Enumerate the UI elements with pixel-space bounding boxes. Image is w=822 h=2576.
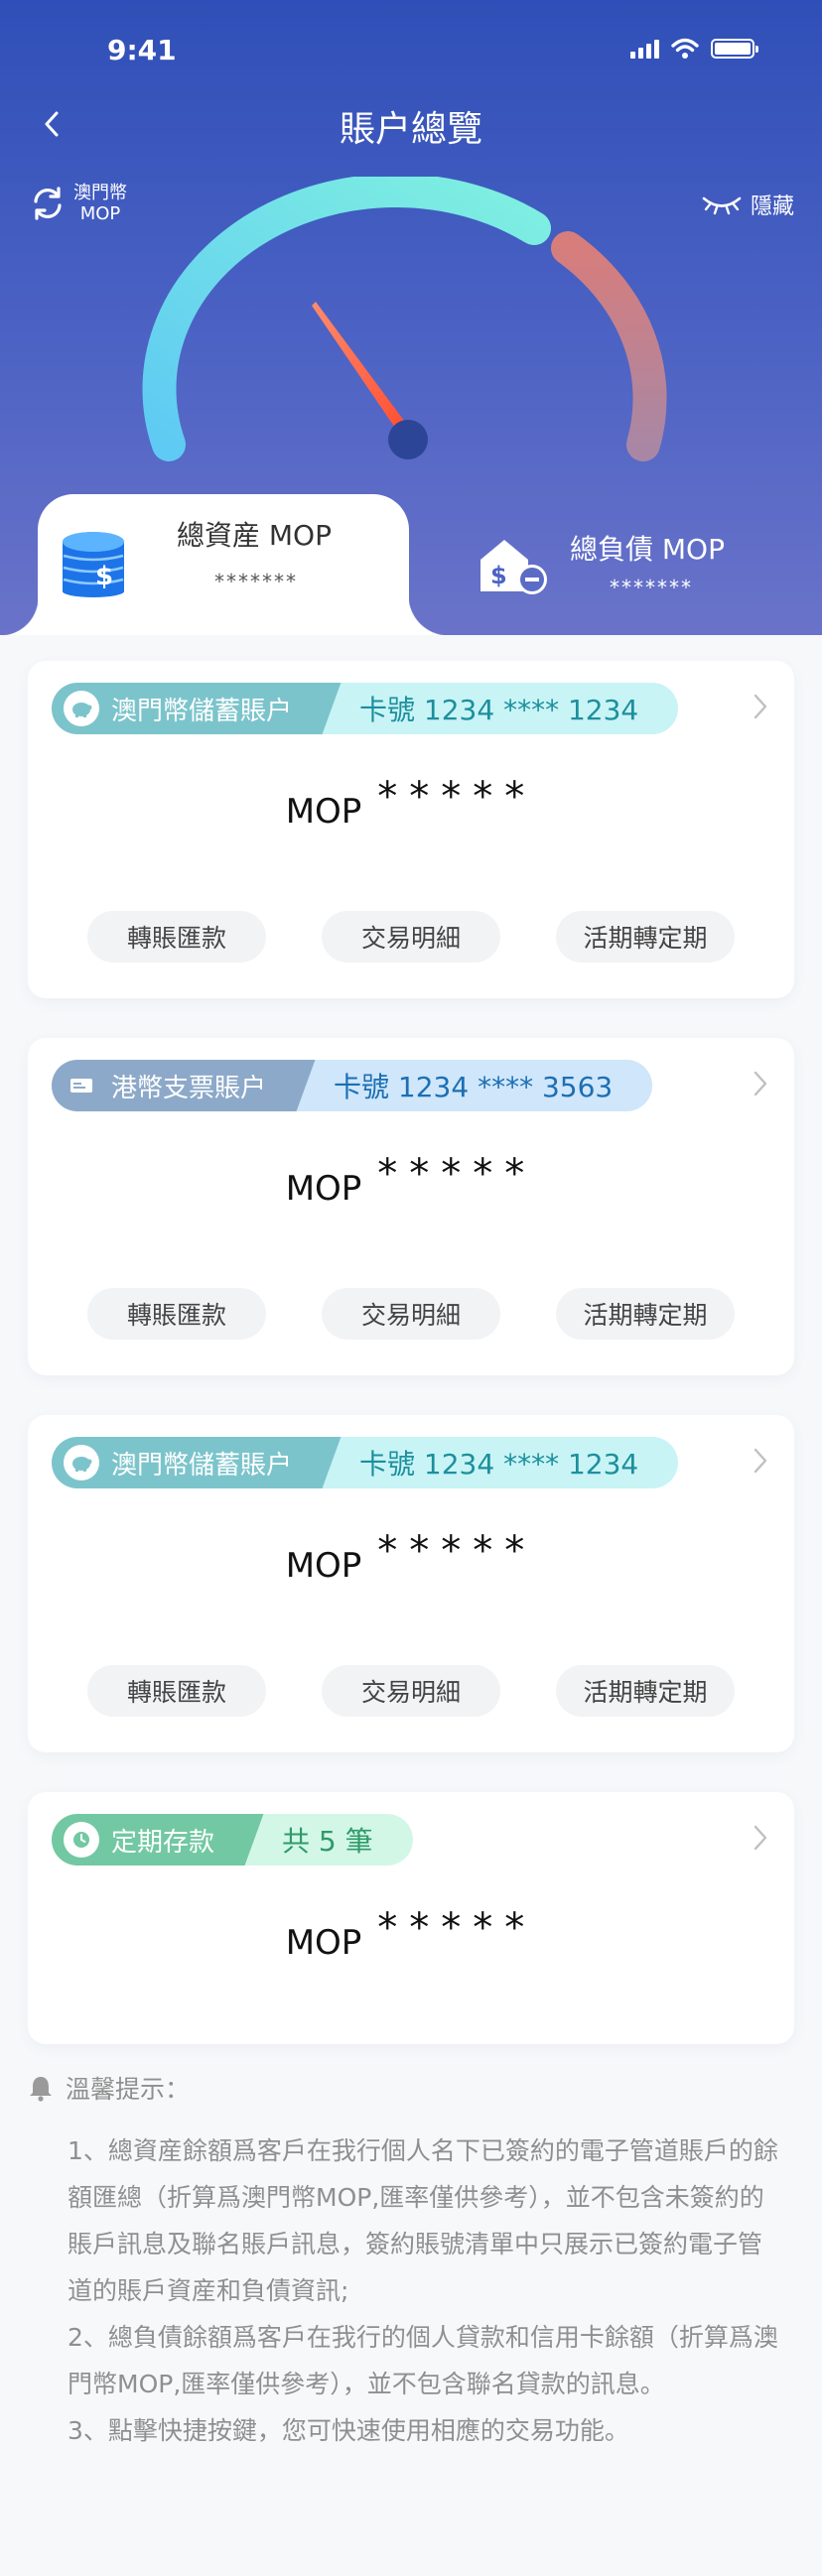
account-card[interactable]: 澳門幣儲蓄賬户 卡號 1234 **** 1234 MOP ***** 轉賬匯款 … <box>28 661 794 998</box>
card-number: 卡號 1234 **** 1234 <box>318 1437 679 1488</box>
deposit-pill: 定期存款 共 5 筆 <box>52 1814 413 1866</box>
status-icons <box>630 38 758 60</box>
account-type: 港幣支票賬户 <box>111 1073 267 1103</box>
tab-total-liabilities[interactable]: $ 總負債 MOP ******* <box>467 516 784 615</box>
bell-icon <box>30 2077 52 2102</box>
account-type: 澳門幣儲蓄賬户 <box>111 1450 293 1481</box>
piggy-bank-icon <box>64 691 99 726</box>
tab-total-assets[interactable]: $ 總資産 MOP ******* <box>0 494 449 635</box>
signal-icon <box>630 39 659 59</box>
notes-section: 溫馨提示： 1、總資産餘額爲客戶在我行個人名下已簽約的電子管道賬戶的餘額匯總（折… <box>28 2070 794 2454</box>
account-card[interactable]: 港幣支票賬户 卡號 1234 **** 3563 MOP ***** 轉賬匯款 交… <box>28 1038 794 1375</box>
clock-icon <box>64 1822 99 1858</box>
note-item: 2、總負債餘額爲客戶在我行的個人貸款和信用卡餘額（折算爲澳門幣MOP,匯率僅供參… <box>68 2323 778 2398</box>
note-item: 3、點擊快捷按鍵，您可快速使用相應的交易功能。 <box>68 2416 629 2445</box>
cheque-icon <box>64 1068 99 1103</box>
chevron-right-icon[interactable] <box>749 1822 772 1854</box>
balance: MOP ***** <box>28 1905 794 1963</box>
current-to-fixed-button[interactable]: 活期轉定期 <box>556 1665 735 1717</box>
balance: MOP ***** <box>28 1528 794 1586</box>
quick-actions: 轉賬匯款 交易明細 活期轉定期 <box>87 1288 735 1340</box>
balance: MOP ***** <box>28 1151 794 1209</box>
notes-title: 溫馨提示： <box>66 2075 191 2104</box>
account-pill: 澳門幣儲蓄賬户 卡號 1234 **** 1234 <box>52 683 679 734</box>
transfer-button[interactable]: 轉賬匯款 <box>87 911 266 963</box>
nav-bar: 賬户總覽 <box>0 94 822 154</box>
account-card[interactable]: 澳門幣儲蓄賬户 卡號 1234 **** 1234 MOP ***** 轉賬匯款 … <box>28 1415 794 1752</box>
account-pill: 澳門幣儲蓄賬户 卡號 1234 **** 1234 <box>52 1437 679 1488</box>
currency-label: 澳門幣 MOP <box>73 183 127 224</box>
gauge-needle <box>312 302 410 437</box>
card-number: 卡號 1234 **** 3563 <box>292 1060 653 1111</box>
piggy-bank-icon <box>64 1445 99 1481</box>
currency-switch[interactable]: 澳門幣 MOP <box>28 183 127 224</box>
status-bar: 9:41 <box>0 0 822 99</box>
status-time: 9:41 <box>107 34 177 66</box>
chevron-right-icon[interactable] <box>749 1068 772 1099</box>
svg-text:$: $ <box>95 562 113 591</box>
transactions-button[interactable]: 交易明細 <box>322 1665 500 1717</box>
gauge-assets-arc <box>142 177 551 461</box>
total-assets-label: 總資産 MOP <box>177 519 332 552</box>
total-assets-value: ******* <box>214 570 298 593</box>
balance-currency: MOP <box>285 792 362 832</box>
balance: MOP ***** <box>28 774 794 832</box>
wifi-icon <box>671 38 699 59</box>
chevron-right-icon[interactable] <box>749 1445 772 1477</box>
balance-currency: MOP <box>285 1546 362 1586</box>
transfer-button[interactable]: 轉賬匯款 <box>87 1665 266 1717</box>
refresh-icon <box>34 187 62 220</box>
notes-body: 1、總資産餘額爲客戶在我行個人名下已簽約的電子管道賬戶的餘額匯總（折算爲澳門幣M… <box>28 2127 794 2454</box>
total-liabilities-value: ******* <box>610 576 693 599</box>
notes-header: 溫馨提示： <box>28 2070 794 2106</box>
gauge-liability-arc <box>551 231 667 461</box>
transactions-button[interactable]: 交易明細 <box>322 1288 500 1340</box>
currency-name: 澳門幣 <box>73 183 127 203</box>
total-liabilities-label: 總負債 MOP <box>570 533 725 566</box>
gauge-pivot <box>388 420 428 459</box>
balance-masked: ***** <box>377 1151 537 1197</box>
fixed-deposit-card[interactable]: 定期存款 共 5 筆 MOP ***** <box>28 1792 794 2044</box>
balance-masked: ***** <box>377 1905 537 1951</box>
battery-icon <box>711 39 758 59</box>
house-debt-icon: $ <box>480 540 547 594</box>
chevron-right-icon[interactable] <box>749 691 772 722</box>
balance-masked: ***** <box>377 774 537 820</box>
page-title: 賬户總覽 <box>339 109 482 150</box>
eye-closed-icon <box>702 196 742 215</box>
hide-toggle[interactable]: 隱藏 <box>701 189 794 220</box>
card-number: 卡號 1234 **** 1234 <box>318 683 679 734</box>
note-item: 1、總資産餘額爲客戶在我行個人名下已簽約的電子管道賬戶的餘額匯總（折算爲澳門幣M… <box>68 2136 778 2305</box>
current-to-fixed-button[interactable]: 活期轉定期 <box>556 1288 735 1340</box>
transactions-button[interactable]: 交易明細 <box>322 911 500 963</box>
current-to-fixed-button[interactable]: 活期轉定期 <box>556 911 735 963</box>
quick-actions: 轉賬匯款 交易明細 活期轉定期 <box>87 911 735 963</box>
balance-currency: MOP <box>285 1923 362 1963</box>
deposit-count: 共 5 筆 <box>240 1814 413 1866</box>
balance-currency: MOP <box>285 1169 362 1209</box>
deposit-type: 定期存款 <box>111 1827 215 1858</box>
quick-actions: 轉賬匯款 交易明細 活期轉定期 <box>87 1665 735 1717</box>
hide-label: 隱藏 <box>750 194 794 219</box>
coins-icon: $ <box>63 532 124 597</box>
account-type: 澳門幣儲蓄賬户 <box>111 696 293 726</box>
transfer-button[interactable]: 轉賬匯款 <box>87 1288 266 1340</box>
balance-masked: ***** <box>377 1528 537 1574</box>
balance-gauge <box>142 177 667 461</box>
svg-text:$: $ <box>490 562 507 589</box>
account-pill: 港幣支票賬户 卡號 1234 **** 3563 <box>52 1060 653 1111</box>
currency-code: MOP <box>79 203 121 224</box>
